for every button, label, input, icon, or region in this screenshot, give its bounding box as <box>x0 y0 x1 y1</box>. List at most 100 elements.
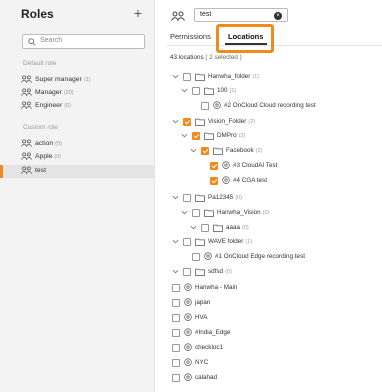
tree-location-row[interactable]: #India_Edge <box>172 327 230 338</box>
tree-label: WAVE folder <box>208 238 244 245</box>
location-pin-icon <box>222 161 230 169</box>
chevron-down-icon[interactable] <box>181 87 188 94</box>
tree-checkbox[interactable] <box>201 223 209 232</box>
chevron-down-icon[interactable] <box>181 209 188 216</box>
users-icon <box>21 88 32 96</box>
location-pin-icon <box>184 313 192 321</box>
folder-icon <box>195 73 205 81</box>
tree-checkbox[interactable] <box>201 146 209 155</box>
role-count: (0) <box>55 140 62 147</box>
tree-folder-row[interactable]: Hanwha_Vision (0) <box>181 207 269 218</box>
tree-checkbox[interactable] <box>183 117 191 126</box>
role-item-super-manager[interactable]: Super manager (1) <box>21 75 91 85</box>
tree-label: HVA <box>195 314 208 321</box>
tree-folder-row[interactable]: Pa12345 (0) <box>172 192 242 203</box>
tree-label: Vision_Folder <box>208 118 247 125</box>
tree-location-row[interactable]: japan <box>172 297 210 308</box>
tree-label: DMPro <box>217 132 237 139</box>
role-count: (6) <box>64 102 71 109</box>
tree-count: (1) <box>229 87 237 94</box>
tree-checkbox[interactable] <box>172 328 180 337</box>
location-pin-icon <box>184 283 192 291</box>
tree-folder-row[interactable]: Hanwha_folder (1) <box>172 71 259 82</box>
tree-folder-row[interactable]: WAVE folder (1) <box>172 236 252 247</box>
tree-count: (0) <box>225 268 232 275</box>
chevron-down-icon[interactable] <box>181 132 188 139</box>
tree-checkbox[interactable] <box>192 252 200 261</box>
tree-count: (0) <box>242 224 249 231</box>
tree-checkbox[interactable] <box>192 131 200 140</box>
tree-checkbox[interactable] <box>210 176 218 185</box>
tree-checkbox[interactable] <box>192 86 200 95</box>
role-item-test[interactable]: test <box>21 166 46 176</box>
role-item-action[interactable]: action (0) <box>21 139 62 149</box>
tree-location-row[interactable]: #1 OnCloud Edge recording test <box>181 251 305 262</box>
tree-checkbox[interactable] <box>183 237 191 246</box>
tree-location-row[interactable]: calahad <box>172 372 217 383</box>
tree-count: (1) <box>252 73 260 80</box>
folder-icon <box>195 238 205 246</box>
chevron-down-icon[interactable] <box>190 147 197 154</box>
tree-label: #1 OnCloud Edge recording test <box>215 253 305 260</box>
tree-location-row[interactable]: checkloc1 <box>172 342 223 353</box>
role-name: action <box>35 139 54 147</box>
tree-folder-row[interactable]: Facebook (2) <box>190 145 262 156</box>
tree-checkbox[interactable] <box>183 193 191 202</box>
tree-location-row[interactable]: HVA <box>172 312 207 323</box>
tree-count: (0) <box>262 209 270 216</box>
tab-permissions[interactable]: Permissions <box>170 32 211 41</box>
default-role-section-label: Default role <box>23 60 57 67</box>
role-count: (20) <box>63 89 74 96</box>
tree-count: (2) <box>238 132 246 139</box>
roles-title: Roles <box>21 7 54 21</box>
folder-icon <box>213 147 223 155</box>
role-item-apple[interactable]: Apple (0) <box>21 152 61 162</box>
tree-location-row[interactable]: #3 CloudAI Test <box>199 160 277 171</box>
folder-icon <box>213 224 223 232</box>
role-name-value: test <box>200 11 212 18</box>
chevron-down-icon[interactable] <box>172 238 179 245</box>
tree-checkbox[interactable] <box>210 161 218 170</box>
location-pin-icon <box>184 328 192 336</box>
tree-checkbox[interactable] <box>172 343 180 352</box>
clear-icon[interactable]: × <box>274 12 282 20</box>
tree-folder-row[interactable]: aaaa (0) <box>190 222 249 233</box>
location-pin-icon <box>204 252 212 260</box>
folder-icon <box>204 87 214 95</box>
selection-indicator <box>0 165 3 178</box>
tree-label: aaaa <box>226 224 241 231</box>
tree-checkbox[interactable] <box>172 358 180 367</box>
chevron-down-icon[interactable] <box>190 224 197 231</box>
tree-location-row[interactable]: #2 OnCloud Cloud recording test <box>190 100 316 111</box>
tree-checkbox[interactable] <box>172 373 180 382</box>
role-item-manager[interactable]: Manager (20) <box>21 88 74 98</box>
tree-checkbox[interactable] <box>183 267 191 276</box>
chevron-down-icon[interactable] <box>172 73 179 80</box>
location-pin-icon <box>213 101 221 109</box>
tree-location-row[interactable]: Hanwha - Main <box>172 282 237 293</box>
role-item-engineer[interactable]: Engineer (6) <box>21 101 71 111</box>
tree-folder-row[interactable]: sdfsd (0) <box>172 266 232 277</box>
chevron-down-icon[interactable] <box>172 268 179 275</box>
tree-label: Hanwha - Main <box>195 284 238 291</box>
add-role-button[interactable]: + <box>131 6 145 20</box>
tree-folder-row[interactable]: 100 (1) <box>181 85 236 96</box>
chevron-down-icon[interactable] <box>172 118 179 125</box>
role-name-input[interactable]: test × <box>194 8 288 22</box>
tree-location-row[interactable]: #4 CGA test <box>199 175 267 186</box>
tree-checkbox[interactable] <box>172 313 180 322</box>
tree-checkbox[interactable] <box>172 298 180 307</box>
tree-folder-row[interactable]: Vision_Folder (2) <box>172 116 255 127</box>
tree-checkbox[interactable] <box>192 208 200 217</box>
role-name: Apple <box>35 152 53 160</box>
location-pin-icon <box>184 343 192 351</box>
role-search-input[interactable]: Search <box>22 34 145 49</box>
tree-checkbox[interactable] <box>183 72 191 81</box>
tree-location-row[interactable]: NYC <box>172 357 208 368</box>
tree-checkbox[interactable] <box>172 283 180 292</box>
role-name: Manager <box>35 88 62 96</box>
tree-count: (0) <box>235 194 242 201</box>
tree-checkbox[interactable] <box>201 101 209 110</box>
chevron-down-icon[interactable] <box>172 194 179 201</box>
tree-folder-row[interactable]: DMPro (2) <box>181 130 245 141</box>
